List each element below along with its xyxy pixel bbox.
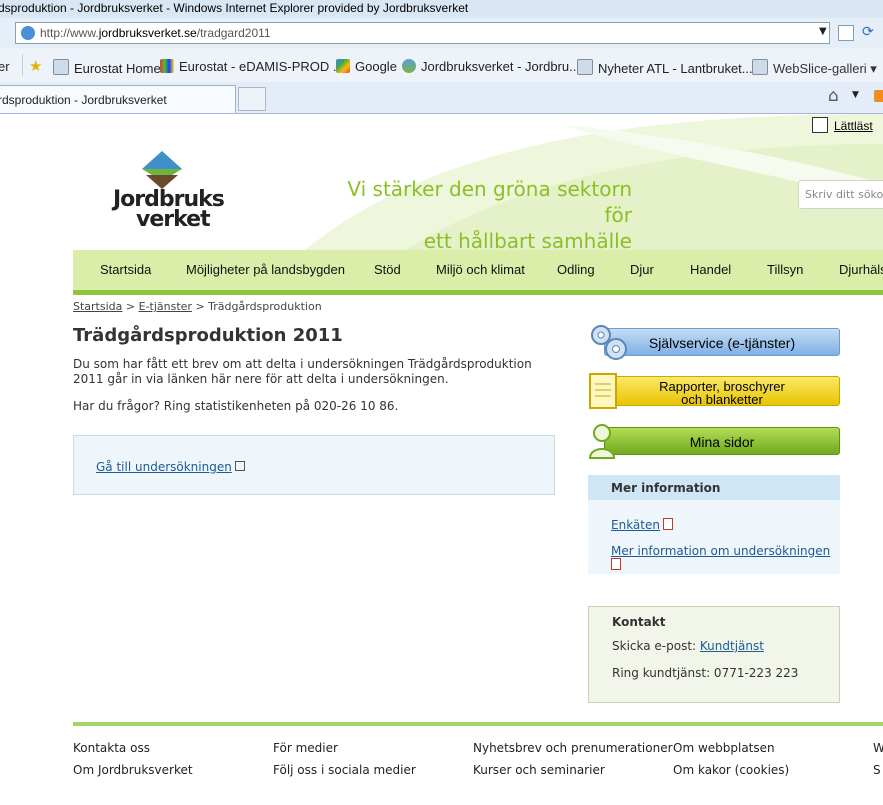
home-icon[interactable]: ⌂: [828, 86, 839, 106]
edamis-icon: [160, 59, 174, 73]
reports-button[interactable]: Rapporter, broschyrer och blanketter: [604, 376, 840, 406]
favorite-jordbruksverket[interactable]: Jordbruksverket - Jordbru...: [402, 59, 580, 74]
footer-link[interactable]: Om webbplatsen: [673, 741, 775, 755]
nav-item-landsbygden[interactable]: Möjligheter på landsbygden: [186, 262, 345, 277]
tab-active[interactable]: rdsproduktion - Jordbruksverket: [0, 85, 236, 113]
contact-heading: Kontakt: [612, 615, 666, 629]
favorite-eurostat-home[interactable]: Eurostat Home: [53, 59, 161, 76]
new-tab-button[interactable]: [238, 87, 266, 111]
favorite-eurostat-edamis[interactable]: Eurostat - eDAMIS-PROD ...: [160, 59, 344, 74]
tab-row: rdsproduktion - Jordbruksverket ⌂ ▼: [0, 82, 883, 114]
footer-link[interactable]: Nyhetsbrev och prenumerationer: [473, 741, 673, 755]
compatibility-view-icon[interactable]: [838, 25, 854, 41]
contact-box: Kontakt Skicka e-post: Kundtjänst Ring k…: [588, 606, 840, 703]
search-input[interactable]: Skriv ditt sökord: [798, 180, 883, 209]
window-title: dsproduktion - Jordbruksverket - Windows…: [0, 1, 469, 15]
customer-service-link[interactable]: Kundtjänst: [700, 639, 764, 653]
tab-title: rdsproduktion - Jordbruksverket: [0, 93, 167, 107]
my-pages-button[interactable]: Mina sidor: [604, 427, 840, 455]
nav-item-djur[interactable]: Djur: [630, 262, 654, 277]
separator: [22, 54, 23, 76]
nav-item-djurhalsa[interactable]: Djurhäls: [839, 262, 883, 277]
footer-link[interactable]: S: [873, 763, 881, 777]
nav-item-startsida[interactable]: Startsida: [100, 262, 151, 277]
nav-item-odling[interactable]: Odling: [557, 262, 595, 277]
footer-link[interactable]: Om kakor (cookies): [673, 763, 789, 777]
question-text: Har du frågor? Ring statistikenheten på …: [73, 399, 399, 413]
favorite-atl[interactable]: Nyheter ATL - Lantbruket...: [577, 59, 753, 76]
footer-link[interactable]: Om Jordbruksverket: [73, 763, 193, 777]
survey-link[interactable]: Gå till undersökningen: [96, 460, 245, 474]
page-icon: [752, 59, 768, 75]
more-info-header: Mer information: [588, 475, 840, 500]
more-info-box: Mer information Enkäten Mer information …: [588, 475, 840, 574]
self-service-button[interactable]: Självservice (e-tjänster): [604, 328, 840, 356]
address-url[interactable]: http://www.jordbruksverket.se/tradgard20…: [40, 26, 271, 40]
contact-phone: Ring kundtjänst: 0771-223 223: [612, 666, 799, 680]
address-toolbar: http://www.jordbruksverket.se/tradgard20…: [0, 18, 883, 48]
easy-read-link[interactable]: Lättläst: [812, 117, 873, 133]
favorites-bar: er ★ Eurostat Home Eurostat - eDAMIS-PRO…: [0, 48, 883, 83]
footer-divider: [73, 722, 883, 726]
breadcrumb-eservices[interactable]: E-tjänster: [139, 300, 192, 313]
address-dropdown-icon[interactable]: ▼: [819, 26, 827, 37]
nav-item-tillsyn[interactable]: Tillsyn: [767, 262, 803, 277]
breadcrumb: Startsida > E-tjänster > Trädgårdsproduk…: [73, 300, 322, 313]
pdf-icon: [662, 518, 673, 530]
page-title: Trädgårdsproduktion 2011: [73, 325, 343, 346]
home-dropdown-icon[interactable]: ▼: [852, 90, 859, 100]
footer-link[interactable]: W: [873, 741, 883, 755]
pdf-icon: [611, 558, 621, 570]
survey-link-box: Gå till undersökningen: [73, 435, 555, 495]
ie-page-icon: [21, 26, 35, 40]
footer-link[interactable]: Kurser och seminarier: [473, 763, 605, 777]
refresh-icon[interactable]: ⟳: [862, 24, 874, 40]
nav-item-handel[interactable]: Handel: [690, 262, 731, 277]
favorite-item[interactable]: er: [0, 59, 10, 74]
footer-link[interactable]: Kontakta oss: [73, 741, 150, 755]
intro-text: Du som har fått ett brev om att delta i …: [73, 357, 532, 386]
window-title-bar: dsproduktion - Jordbruksverket - Windows…: [0, 0, 883, 18]
google-icon: [336, 59, 350, 73]
contact-email-row: Skicka e-post: Kundtjänst: [612, 639, 764, 653]
easy-read-icon: [812, 117, 828, 133]
gears-icon: [591, 325, 627, 360]
address-bar[interactable]: http://www.jordbruksverket.se/tradgard20…: [15, 22, 830, 44]
main-navigation: Startsida Möjligheter på landsbygden Stö…: [73, 250, 883, 295]
nav-item-stod[interactable]: Stöd: [374, 262, 401, 277]
footer-link[interactable]: Följ oss i sociala medier: [273, 763, 416, 777]
favorite-google[interactable]: Google: [336, 59, 397, 74]
document-icon: [589, 373, 617, 409]
favorite-webslice-gallery[interactable]: WebSlice-galleri ▾: [752, 59, 877, 77]
page-icon: [53, 59, 69, 75]
breadcrumb-current: Trädgårdsproduktion: [208, 300, 322, 313]
external-link-icon: [234, 461, 245, 471]
breadcrumb-home[interactable]: Startsida: [73, 300, 122, 313]
slogan: Vi stärker den gröna sektorn för ett hål…: [347, 177, 632, 253]
footer-link[interactable]: För medier: [273, 741, 338, 755]
page-icon: [577, 59, 593, 75]
favorites-star-icon[interactable]: ★: [29, 57, 42, 75]
rss-feed-icon[interactable]: [874, 90, 883, 102]
nav-item-miljo[interactable]: Miljö och klimat: [436, 262, 525, 277]
link-enkaten[interactable]: Enkäten: [611, 518, 673, 532]
logo-icon: [142, 151, 182, 189]
jordbruksverket-icon: [402, 59, 416, 73]
link-more-info-survey[interactable]: Mer information om undersökningen: [611, 544, 831, 572]
person-icon: [588, 424, 616, 459]
logo-wordmark[interactable]: Jordbruks verket: [113, 189, 225, 231]
